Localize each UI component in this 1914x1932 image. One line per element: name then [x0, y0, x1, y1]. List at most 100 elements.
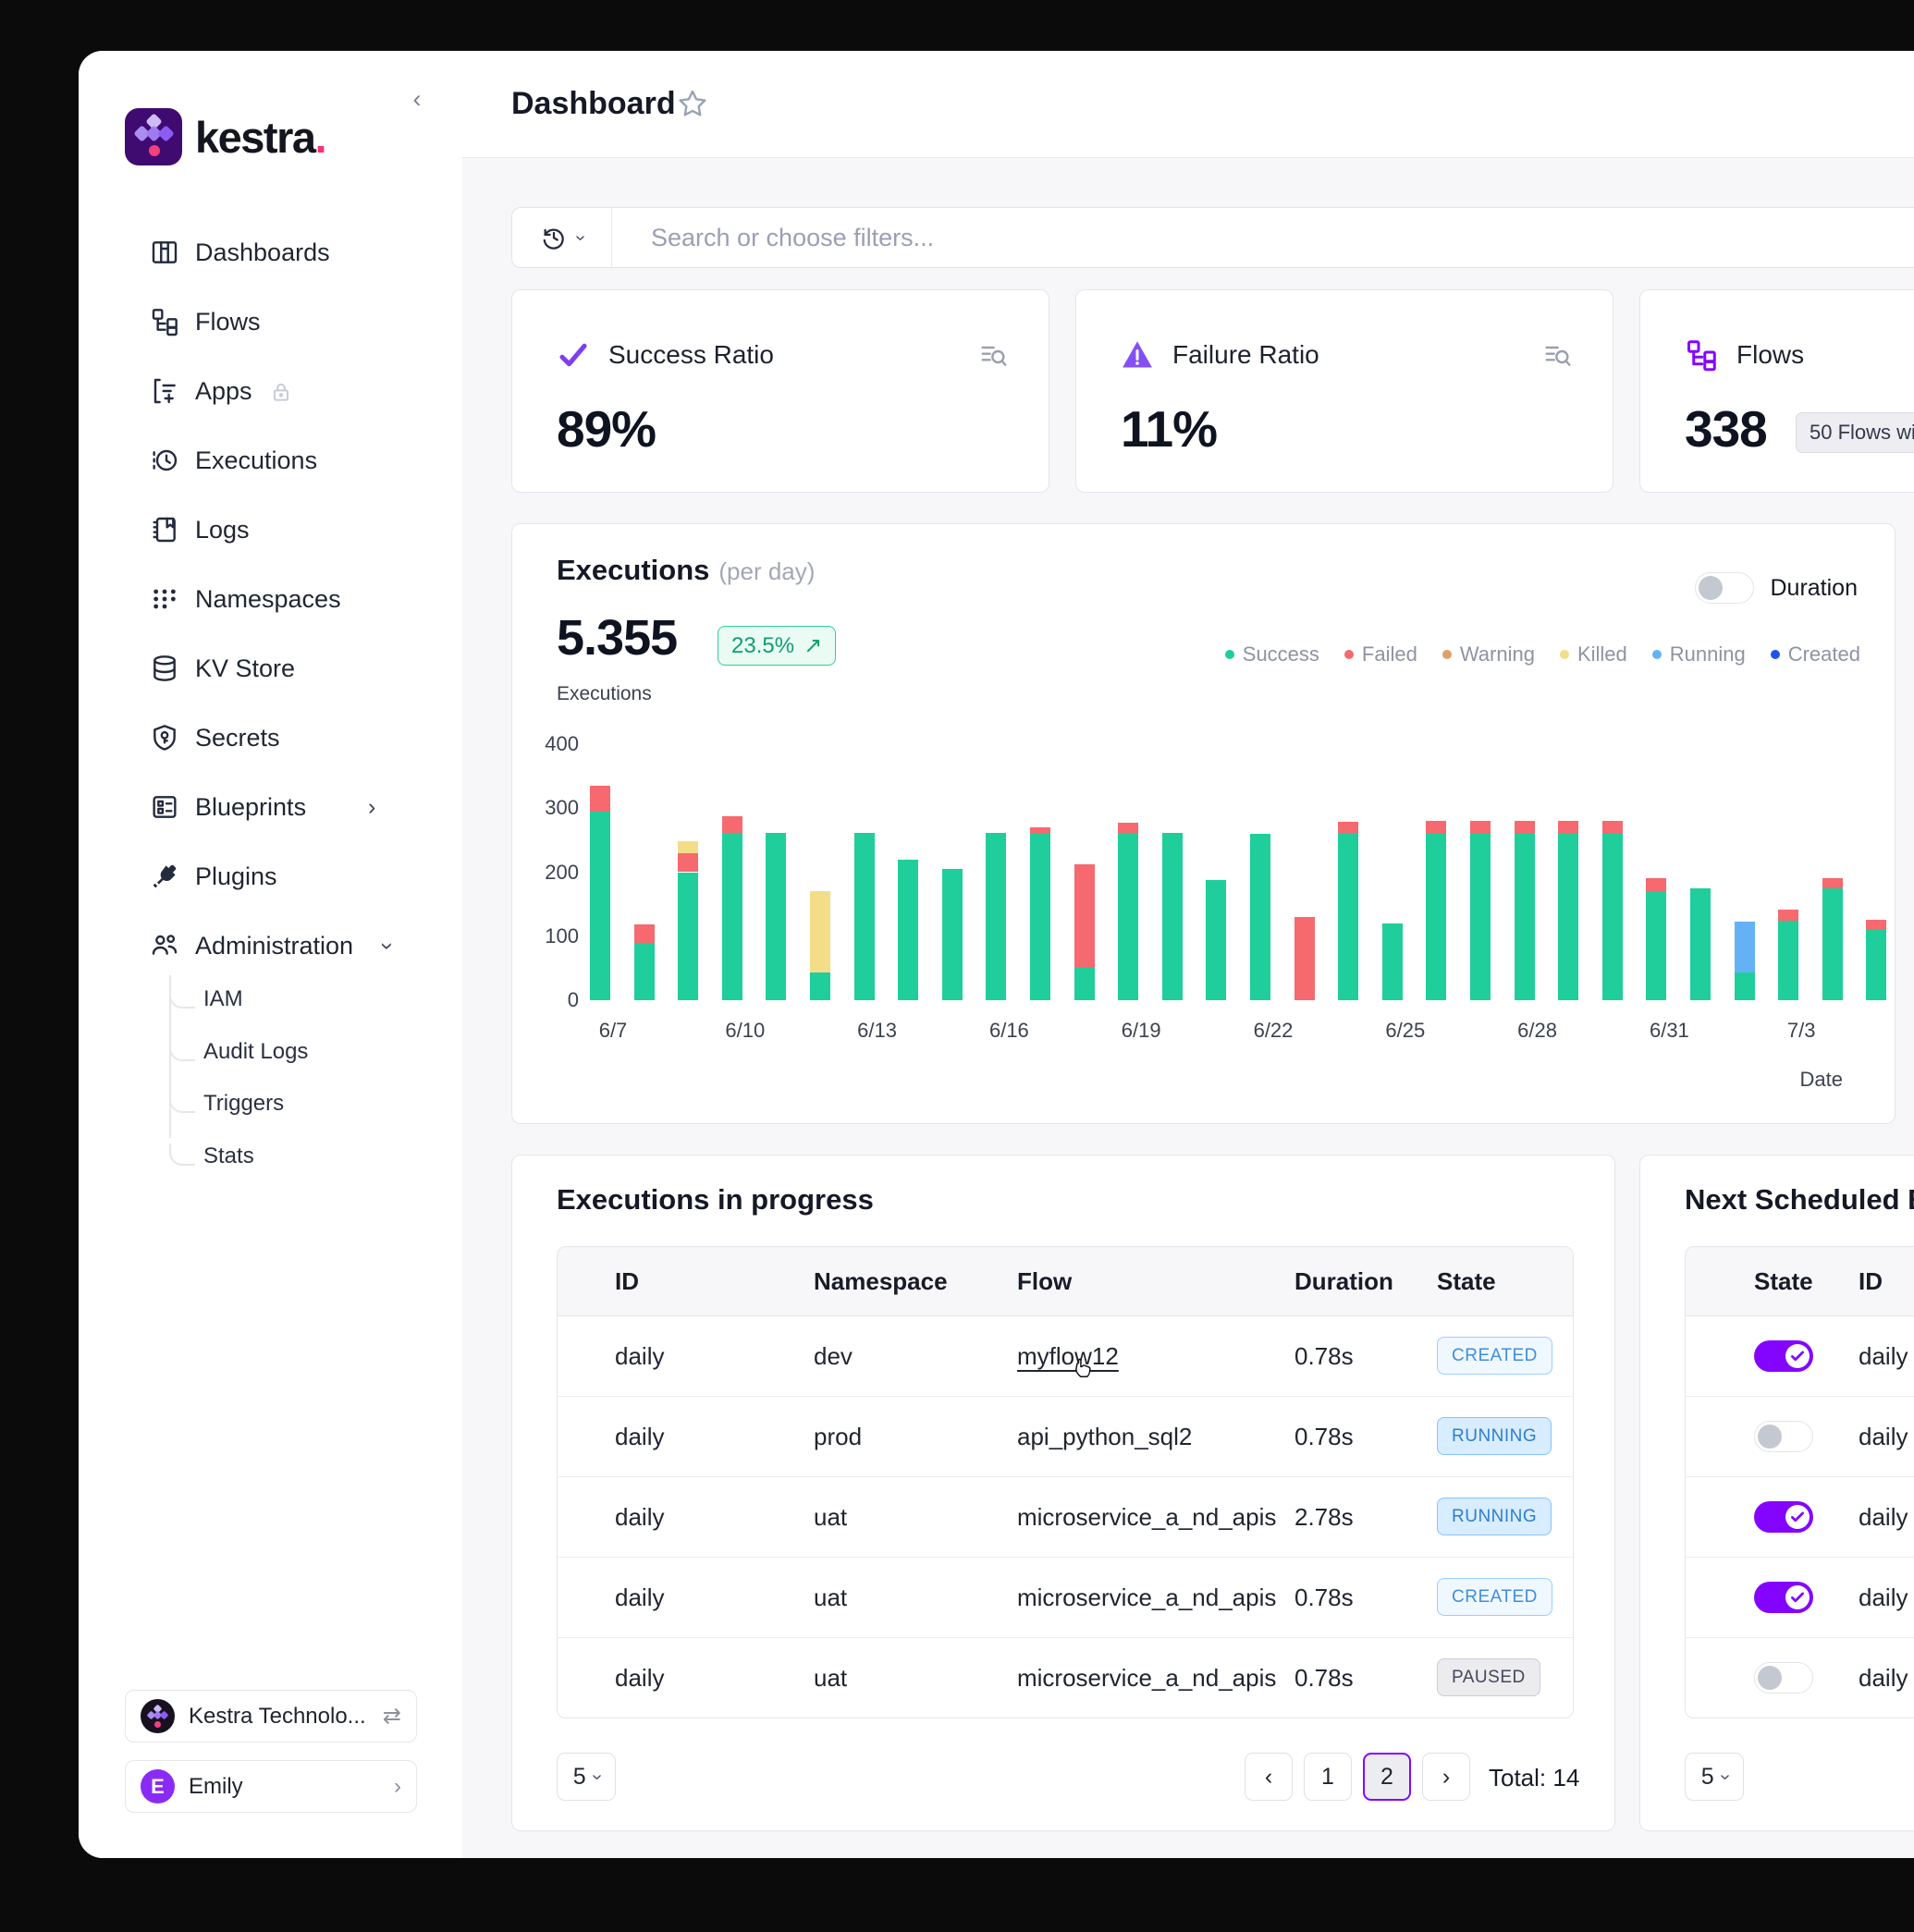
- sidebar-item-blueprints[interactable]: Blueprints›: [79, 779, 462, 835]
- bar-segment-success[interactable]: [634, 943, 655, 1000]
- bar-segment-failed[interactable]: [1558, 821, 1578, 834]
- bar-segment-success[interactable]: [1162, 833, 1183, 1000]
- bar-segment-success[interactable]: [942, 869, 963, 1000]
- sidebar-item-secrets[interactable]: Secrets: [79, 710, 462, 765]
- search-input[interactable]: Search or choose filters...: [651, 224, 934, 252]
- bar-segment-success[interactable]: [1558, 834, 1578, 1000]
- bar-segment-failed[interactable]: [1338, 822, 1358, 833]
- sidebar-subitem-stats[interactable]: Stats: [79, 1136, 462, 1177]
- bar-segment-killed[interactable]: [678, 841, 698, 853]
- bar-segment-killed[interactable]: [810, 891, 830, 973]
- sidebar-item-kv-store[interactable]: KV Store: [79, 641, 462, 696]
- filter-history-button[interactable]: ›: [512, 208, 612, 267]
- cell-flow-link[interactable]: myflow12: [1017, 1342, 1119, 1371]
- sidebar-item-flows[interactable]: Flows: [79, 294, 462, 349]
- bar-segment-running[interactable]: [1735, 922, 1755, 972]
- sidebar-collapse-button[interactable]: ‹: [404, 86, 430, 112]
- bar-segment-success[interactable]: [1426, 834, 1446, 1000]
- bar-segment-failed[interactable]: [1294, 917, 1315, 1000]
- cell-duration: 0.78s: [1294, 1584, 1354, 1612]
- bar-segment-success[interactable]: [590, 812, 610, 1000]
- bar-segment-failed[interactable]: [590, 786, 610, 812]
- schedule-toggle-on[interactable]: [1754, 1582, 1813, 1613]
- sidebar-item-logs[interactable]: Logs: [79, 502, 462, 557]
- bar-segment-failed[interactable]: [1470, 821, 1491, 834]
- screenshot-canvas: ‹ kestra. Dashboards Flows Apps Executio…: [0, 0, 1914, 1932]
- bar-segment-failed[interactable]: [1074, 864, 1095, 968]
- sidebar-item-apps[interactable]: Apps: [79, 363, 462, 419]
- sidebar-subitem-audit-logs[interactable]: Audit Logs: [79, 1032, 462, 1072]
- column-header-state: State: [1754, 1267, 1813, 1296]
- bar-segment-success[interactable]: [1735, 972, 1755, 1000]
- bar-segment-failed[interactable]: [1426, 821, 1446, 834]
- bar-segment-success[interactable]: [1030, 834, 1050, 1000]
- cell-state: PAUSED: [1437, 1668, 1540, 1688]
- page-button-2[interactable]: 2: [1363, 1753, 1411, 1801]
- sidebar-subitem-label: Audit Logs: [203, 1039, 308, 1065]
- schedule-toggle-off[interactable]: [1754, 1421, 1813, 1452]
- bar-segment-success[interactable]: [766, 833, 786, 1000]
- bar-segment-success[interactable]: [1822, 888, 1843, 1000]
- bar-segment-success[interactable]: [1338, 833, 1358, 1000]
- bar-segment-success[interactable]: [1690, 888, 1711, 1000]
- stat-card-title: Failure Ratio: [1172, 340, 1319, 370]
- bar-segment-success[interactable]: [1602, 834, 1623, 1000]
- star-icon[interactable]: [677, 88, 708, 119]
- bar-segment-failed[interactable]: [1646, 878, 1666, 891]
- stat-card-title: Success Ratio: [608, 340, 774, 370]
- bar-segment-success[interactable]: [1470, 834, 1491, 1000]
- schedule-toggle-off[interactable]: [1754, 1662, 1813, 1694]
- filter-search-icon[interactable]: [1542, 340, 1572, 370]
- sidebar-item-dashboards[interactable]: Dashboards: [79, 225, 462, 280]
- page-button-1[interactable]: 1: [1304, 1753, 1352, 1801]
- schedule-toggle-on[interactable]: [1754, 1501, 1813, 1533]
- bar-segment-success[interactable]: [854, 833, 875, 1000]
- sidebar-item-administration[interactable]: Administration›: [79, 918, 462, 973]
- bar-segment-success[interactable]: [1646, 891, 1666, 1000]
- bar-segment-failed[interactable]: [678, 853, 698, 873]
- table-row: dailydevmyflow120.78sCREATED: [558, 1316, 1573, 1397]
- org-switcher[interactable]: Kestra Technolo... ⇄: [125, 1690, 417, 1742]
- sidebar-item-plugins[interactable]: Plugins: [79, 849, 462, 904]
- bar-segment-failed[interactable]: [1778, 910, 1798, 921]
- sidebar-subitem-triggers[interactable]: Triggers: [79, 1083, 462, 1124]
- x-axis-tick: 6/10: [725, 1019, 765, 1043]
- bar-segment-success[interactable]: [678, 873, 698, 1001]
- bar-segment-failed[interactable]: [1866, 920, 1886, 930]
- bar-segment-success[interactable]: [1250, 834, 1270, 1000]
- sidebar-subitem-iam[interactable]: IAM: [79, 979, 462, 1020]
- cell-state: CREATED: [1437, 1346, 1552, 1366]
- bar-segment-success[interactable]: [1206, 880, 1226, 1000]
- filter-search-icon[interactable]: [978, 340, 1008, 370]
- bar-segment-success[interactable]: [722, 833, 742, 1000]
- bar-segment-success[interactable]: [1382, 923, 1403, 1000]
- kestra-logo[interactable]: kestra.: [125, 108, 325, 165]
- bar-segment-success[interactable]: [810, 972, 830, 1000]
- schedule-toggle-on[interactable]: [1754, 1340, 1813, 1372]
- bar-segment-success[interactable]: [1866, 930, 1886, 1000]
- bar-segment-failed[interactable]: [1118, 823, 1138, 832]
- sidebar-item-executions[interactable]: Executions: [79, 433, 462, 488]
- bar-segment-failed[interactable]: [1822, 878, 1843, 887]
- bar-segment-failed[interactable]: [1030, 827, 1050, 834]
- bar-segment-success[interactable]: [898, 860, 918, 1000]
- bar-segment-success[interactable]: [1778, 921, 1798, 1000]
- bar-segment-failed[interactable]: [722, 816, 742, 833]
- bar-segment-failed[interactable]: [1602, 821, 1623, 834]
- stat-card-flows: Flows33850 Flows with: [1639, 289, 1914, 493]
- chevron-down-icon: ›: [374, 942, 401, 949]
- prev-page-button[interactable]: ‹: [1245, 1753, 1293, 1801]
- sidebar-item-namespaces[interactable]: Namespaces: [79, 571, 462, 627]
- bar-segment-success[interactable]: [1074, 968, 1095, 1000]
- next-page-button[interactable]: ›: [1422, 1753, 1470, 1801]
- user-menu[interactable]: E Emily ›: [125, 1760, 417, 1813]
- bar-segment-success[interactable]: [1515, 834, 1535, 1000]
- bar-segment-failed[interactable]: [1515, 821, 1535, 834]
- bar-segment-failed[interactable]: [634, 924, 655, 942]
- executions-chart-card: Executions(per day) Duration 5.355 23.5%…: [511, 523, 1896, 1124]
- bar-segment-success[interactable]: [1118, 833, 1138, 1000]
- table-row: dailym: [1686, 1477, 1914, 1558]
- page-size-select[interactable]: 5›: [557, 1753, 616, 1801]
- page-size-select[interactable]: 5›: [1685, 1753, 1744, 1801]
- bar-segment-success[interactable]: [986, 833, 1006, 1000]
